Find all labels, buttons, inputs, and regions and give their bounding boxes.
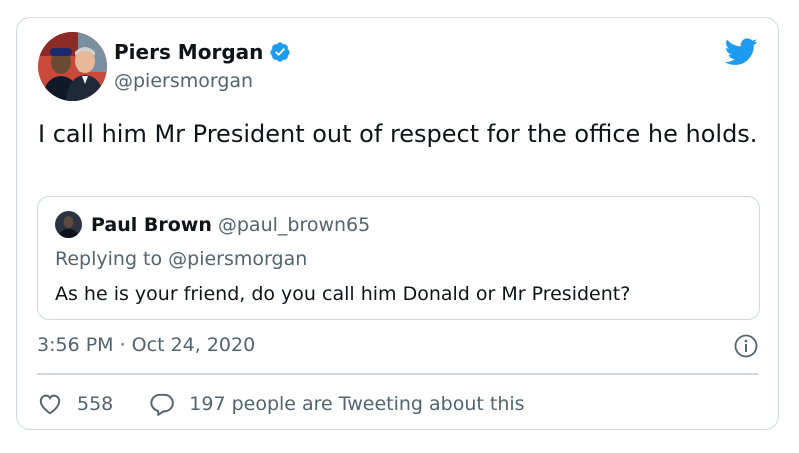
like-count: 558 — [77, 393, 114, 415]
quoted-author[interactable]: Paul Brown @paul_brown65 — [91, 213, 370, 237]
quoted-author-handle: @paul_brown65 — [217, 214, 371, 236]
verified-badge-icon — [270, 42, 290, 62]
tweet-timestamp[interactable]: 3:56 PM · Oct 24, 2020 — [37, 333, 255, 357]
twitter-bird-icon[interactable] — [725, 38, 758, 66]
tweeting-about-text: 197 people are Tweeting about this — [189, 393, 525, 415]
info-icon[interactable] — [734, 334, 758, 358]
tweet-actions: 558 197 people are Tweeting about this — [37, 390, 525, 418]
author-name[interactable]: Piers Morgan — [114, 40, 291, 64]
quoted-author-name: Paul Brown — [91, 214, 212, 236]
author-handle[interactable]: @piersmorgan — [114, 69, 253, 93]
heart-icon — [39, 394, 61, 415]
quoted-avatar[interactable] — [55, 211, 82, 238]
divider — [37, 373, 758, 375]
quoted-tweet[interactable]: Paul Brown @paul_brown65 Replying to @pie… — [37, 196, 760, 320]
author-name-text: Piers Morgan — [114, 40, 264, 64]
quoted-replying-to: Replying to @piersmorgan — [55, 248, 308, 270]
comment-icon — [150, 393, 175, 416]
author-avatar[interactable] — [38, 32, 107, 101]
tweet-text: I call him Mr President out of respect f… — [38, 120, 758, 148]
tweeting-about-button[interactable]: 197 people are Tweeting about this — [149, 391, 525, 417]
quoted-text: As he is your friend, do you call him Do… — [55, 283, 631, 305]
tweet-card: Piers Morgan @piersmorgan I call him Mr … — [16, 17, 779, 430]
like-button[interactable]: 558 — [37, 391, 113, 417]
